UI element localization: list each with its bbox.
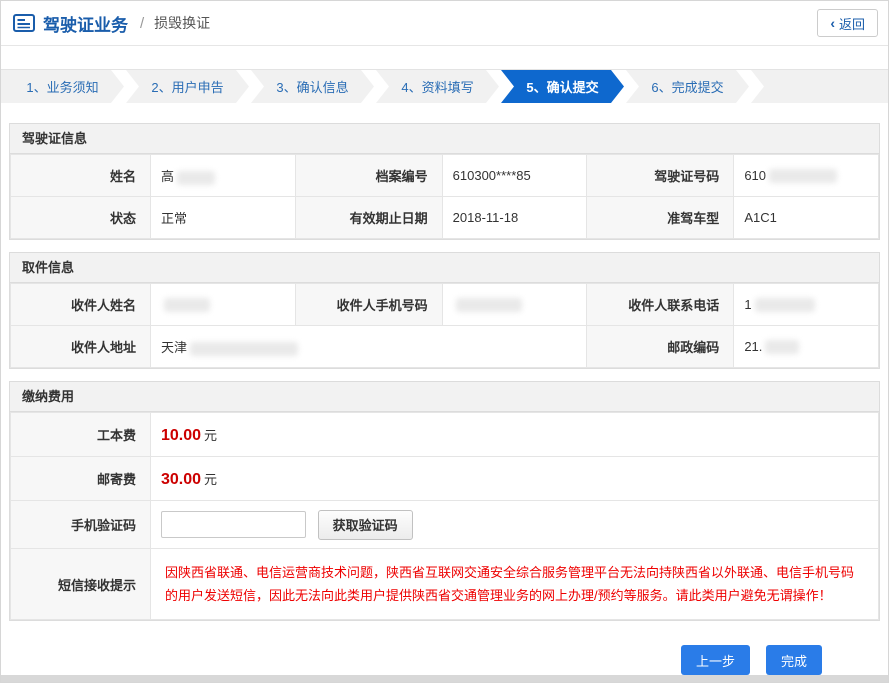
name-value: 高 (161, 169, 174, 184)
sms-tip-label: 短信接收提示 (11, 549, 151, 620)
recipient-address-label: 收件人地址 (11, 326, 151, 368)
step-3-confirm-info[interactable]: 3、确认信息 (251, 70, 374, 103)
step-2-user-declaration[interactable]: 2、用户申告 (126, 70, 249, 103)
step-label: 2、用户申告 (151, 77, 223, 96)
postage-fee-label: 邮寄费 (11, 457, 151, 501)
license-info-panel: 驾驶证信息 姓名 高 档案编号 610300****85 驾驶证号码 610 状… (9, 123, 880, 240)
table-row: 短信接收提示 因陕西省联通、电信运营商技术问题，陕西省互联网交通安全综合服务管理… (11, 549, 879, 620)
recipient-phone-value: 1 (744, 297, 751, 312)
step-label: 5、确认提交 (526, 77, 598, 96)
back-button[interactable]: ‹ 返回 (817, 9, 878, 37)
table-row: 手机验证码 获取验证码 (11, 501, 879, 549)
table-row: 收件人姓名 收件人手机号码 收件人联系电话 1 (11, 284, 879, 326)
zip-code-value-cell: 21. (734, 326, 879, 368)
table-row: 工本费 10.00元 (11, 413, 879, 457)
production-fee-value-cell: 10.00元 (151, 413, 879, 457)
header: 驾驶证业务 / 损毁换证 ‹ 返回 (1, 1, 888, 46)
license-number-value-cell: 610 (734, 155, 879, 197)
back-button-label: 返回 (839, 14, 865, 33)
zip-code-label: 邮政编码 (587, 326, 734, 368)
page: 驾驶证业务 / 损毁换证 ‹ 返回 1、业务须知 2、用户申告 3、确认信息 4… (0, 0, 889, 683)
prev-step-button[interactable]: 上一步 (681, 645, 750, 675)
step-label: 1、业务须知 (26, 77, 98, 96)
file-number-label: 档案编号 (295, 155, 442, 197)
license-info-title: 驾驶证信息 (10, 124, 879, 154)
fees-title: 缴纳费用 (10, 382, 879, 412)
get-sms-code-button[interactable]: 获取验证码 (318, 510, 413, 540)
name-value-cell: 高 (151, 155, 296, 197)
title-separator: / (140, 15, 144, 32)
sms-code-cell: 获取验证码 (151, 501, 879, 549)
recipient-address-value: 天津 (161, 340, 187, 355)
sms-code-label: 手机验证码 (11, 501, 151, 549)
production-fee-unit: 元 (204, 428, 217, 443)
redacted-value (164, 298, 210, 312)
file-number-value: 610300****85 (442, 155, 587, 197)
pickup-info-panel: 取件信息 收件人姓名 收件人手机号码 收件人联系电话 1 收件人地 (9, 252, 880, 369)
step-1-business-notice[interactable]: 1、业务须知 (1, 70, 124, 103)
zip-code-value: 21. (744, 339, 762, 354)
redacted-value (769, 169, 837, 183)
recipient-phone-label: 收件人联系电话 (587, 284, 734, 326)
table-row: 状态 正常 有效期止日期 2018-11-18 准驾车型 A1C1 (11, 197, 879, 239)
table-row: 邮寄费 30.00元 (11, 457, 879, 501)
step-6-finish-submit[interactable]: 6、完成提交 (626, 70, 749, 103)
step-4-fill-data[interactable]: 4、资料填写 (376, 70, 499, 103)
status-value: 正常 (151, 197, 296, 239)
expire-date-value: 2018-11-18 (442, 197, 587, 239)
recipient-mobile-label: 收件人手机号码 (295, 284, 442, 326)
recipient-phone-value-cell: 1 (734, 284, 879, 326)
finish-button[interactable]: 完成 (766, 645, 822, 675)
recipient-mobile-value-cell (442, 284, 587, 326)
expire-date-label: 有效期止日期 (295, 197, 442, 239)
fees-table: 工本费 10.00元 邮寄费 30.00元 手机验证码 获取验证码 短信接收提 (10, 412, 879, 620)
horizontal-scrollbar[interactable] (1, 675, 888, 682)
status-label: 状态 (11, 197, 151, 239)
page-subtitle: 损毁换证 (154, 13, 210, 33)
license-number-value: 610 (744, 168, 766, 183)
fees-panel: 缴纳费用 工本费 10.00元 邮寄费 30.00元 手机验证码 获取验证码 (9, 381, 880, 621)
page-title: 驾驶证业务 (43, 11, 128, 36)
step-label: 4、资料填写 (401, 77, 473, 96)
redacted-value (456, 298, 522, 312)
step-label: 3、确认信息 (276, 77, 348, 96)
vehicle-class-label: 准驾车型 (587, 197, 734, 239)
table-row: 姓名 高 档案编号 610300****85 驾驶证号码 610 (11, 155, 879, 197)
step-label: 6、完成提交 (651, 77, 723, 96)
recipient-address-value-cell: 天津 (151, 326, 587, 368)
license-card-icon (13, 14, 35, 32)
header-title-group: 驾驶证业务 / 损毁换证 (13, 11, 210, 36)
redacted-value (177, 171, 215, 185)
table-row: 收件人地址 天津 邮政编码 21. (11, 326, 879, 368)
sms-tip-text: 因陕西省联通、电信运营商技术问题，陕西省互联网交通安全综合服务管理平台无法向持陕… (151, 549, 879, 620)
name-label: 姓名 (11, 155, 151, 197)
redacted-value (765, 340, 799, 354)
sms-code-input[interactable] (161, 511, 306, 538)
production-fee-label: 工本费 (11, 413, 151, 457)
recipient-name-value-cell (151, 284, 296, 326)
back-arrow-icon: ‹ (830, 15, 835, 31)
steps-filler (751, 70, 888, 103)
step-5-confirm-submit[interactable]: 5、确认提交 (501, 70, 624, 103)
redacted-value (190, 342, 298, 356)
postage-fee-amount: 30.00 (161, 471, 201, 488)
vehicle-class-value: A1C1 (734, 197, 879, 239)
recipient-name-label: 收件人姓名 (11, 284, 151, 326)
postage-fee-unit: 元 (204, 472, 217, 487)
production-fee-amount: 10.00 (161, 427, 201, 444)
license-info-table: 姓名 高 档案编号 610300****85 驾驶证号码 610 状态 正常 有… (10, 154, 879, 239)
footer-actions: 上一步 完成 (1, 621, 888, 675)
pickup-info-table: 收件人姓名 收件人手机号码 收件人联系电话 1 收件人地址 天津 邮政编码 (10, 283, 879, 368)
steps-nav: 1、业务须知 2、用户申告 3、确认信息 4、资料填写 5、确认提交 6、完成提… (1, 69, 888, 103)
redacted-value (755, 298, 815, 312)
pickup-info-title: 取件信息 (10, 253, 879, 283)
postage-fee-value-cell: 30.00元 (151, 457, 879, 501)
license-number-label: 驾驶证号码 (587, 155, 734, 197)
